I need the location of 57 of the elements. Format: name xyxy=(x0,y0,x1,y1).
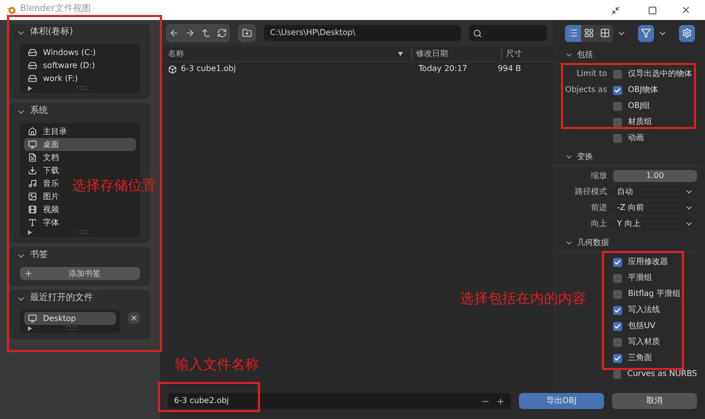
option-text: 包括UV xyxy=(628,320,656,332)
place-item[interactable]: software (D:) xyxy=(24,59,99,72)
column-header[interactable]: 尺寸 xyxy=(501,48,545,60)
option-text: 平滑组 xyxy=(628,272,652,284)
option-label: Limit to xyxy=(576,68,607,80)
panel-title[interactable]: 书签 xyxy=(30,249,144,263)
file-date: Today 20:17 xyxy=(418,63,468,75)
place-item[interactable]: 桌面 xyxy=(24,138,136,151)
section-title[interactable]: 变换 xyxy=(577,150,593,162)
place-item[interactable]: work (F:) xyxy=(24,72,82,85)
dropdown[interactable]: 自动 xyxy=(613,186,697,198)
option-text: 写入法线 xyxy=(628,304,660,316)
option-text: 仅导出选中的物体 xyxy=(628,68,692,80)
place-item[interactable]: 图片 xyxy=(24,190,63,203)
place-item[interactable]: 主目录 xyxy=(24,125,71,138)
option-text: 动画 xyxy=(628,132,644,144)
place-item[interactable]: Desktop xyxy=(24,312,116,325)
option-text: Curves as NURBS xyxy=(627,368,697,380)
dropdown[interactable]: -Z 向前 xyxy=(613,202,697,214)
cancel-button[interactable]: 取消 xyxy=(612,393,697,409)
option-text: 写入材质 xyxy=(628,336,660,348)
option-text: 应用修改器 xyxy=(628,256,668,268)
section-title[interactable]: 包括 xyxy=(577,48,593,60)
place-item[interactable]: Windows (C:) xyxy=(24,46,100,59)
export-button[interactable]: 导出OBJ xyxy=(519,393,604,409)
file-name[interactable]: 6-3 cube1.obj xyxy=(180,63,409,75)
option-text: OBJ组 xyxy=(628,100,650,112)
place-item[interactable]: 字体 xyxy=(24,216,63,229)
add-bookmark-button[interactable]: 添加书签 xyxy=(20,267,140,280)
panel-title[interactable]: 系统 xyxy=(30,105,144,119)
annotation-text: 选择包括在内的内容 xyxy=(460,290,586,309)
window-title: Blender文件视图 xyxy=(20,3,92,16)
filename-field[interactable]: 6-3 cube2.obj xyxy=(168,393,511,409)
annotation-text: 输入文件名称 xyxy=(175,356,259,375)
column-header[interactable]: 名称 xyxy=(168,48,398,60)
file-size: 994 B xyxy=(498,63,522,75)
panel-title[interactable]: 体积(卷标) xyxy=(30,26,144,40)
annotation-text: 选择存储位置 xyxy=(72,177,156,196)
place-item[interactable]: 下载 xyxy=(24,164,63,177)
number-field[interactable]: 1.00 xyxy=(613,170,697,182)
column-header[interactable]: 修改日期 xyxy=(411,48,501,60)
option-label: 缩放 xyxy=(590,170,607,182)
option-label: 路径模式 xyxy=(574,186,607,198)
place-item[interactable]: 音乐 xyxy=(24,177,63,190)
section-title[interactable]: 几何数据 xyxy=(577,236,609,248)
place-item[interactable]: 文档 xyxy=(24,151,63,164)
path-field[interactable]: C:\Users\HP\Desktop\ xyxy=(264,25,461,41)
option-text: OBJ物体 xyxy=(628,84,658,96)
option-text: 材质组 xyxy=(628,116,652,128)
place-item[interactable]: 视频 xyxy=(24,203,63,216)
option-text: 三角面 xyxy=(628,352,652,364)
option-text: Bitflag 平滑组 xyxy=(628,288,680,300)
panel-title[interactable]: 最近打开的文件 xyxy=(30,292,144,306)
option-label: Objects as xyxy=(564,84,607,96)
option-label: 向上 xyxy=(590,218,607,230)
option-label: 前进 xyxy=(590,202,607,214)
dropdown[interactable]: Y 向上 xyxy=(613,218,697,230)
